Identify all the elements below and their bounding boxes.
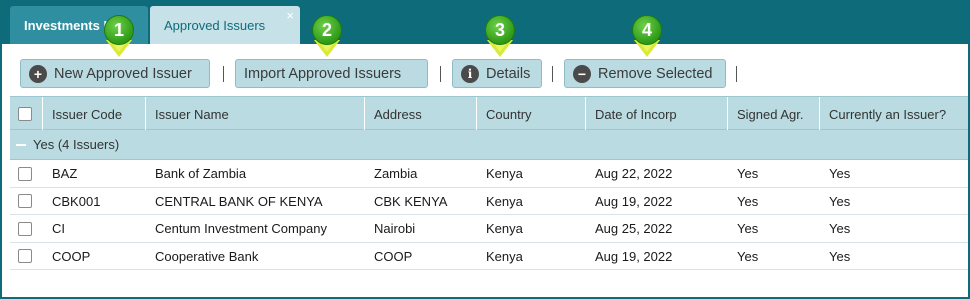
tab-bar: Investments I Approved Issuers ×	[0, 0, 970, 44]
row-checkbox-cell[interactable]	[10, 215, 43, 242]
tab-label: Investments I	[24, 17, 108, 33]
column-header-issuer-code[interactable]: Issuer Code	[43, 97, 146, 131]
cell-issuer-name: Cooperative Bank	[155, 248, 259, 264]
row-checkbox[interactable]	[18, 166, 32, 181]
select-all-checkbox[interactable]	[18, 107, 32, 121]
cell-date-of-incorp: Aug 25, 2022	[595, 221, 673, 236]
cell-country: Kenya	[486, 248, 523, 264]
table-row[interactable]: COOP Cooperative Bank COOP Kenya Aug 19,…	[10, 242, 968, 270]
cell-signed-agr: Yes	[737, 221, 759, 236]
column-header-issuer-name[interactable]: Issuer Name	[146, 97, 365, 131]
import-approved-issuers-button[interactable]: Import Approved Issuers	[235, 59, 428, 88]
tab-approved-issuers[interactable]: Approved Issuers ×	[150, 6, 300, 44]
cell-date-of-incorp: Aug 19, 2022	[595, 248, 673, 264]
toolbar-separator	[440, 66, 441, 82]
cell-date-of-incorp: Aug 22, 2022	[595, 166, 673, 181]
row-checkbox[interactable]	[18, 249, 32, 263]
tab-label: Approved Issuers	[164, 17, 266, 33]
table-row[interactable]: BAZ Bank of Zambia Zambia Kenya Aug 22, …	[10, 160, 968, 188]
cell-address: Zambia	[374, 166, 418, 181]
cell-currently-an-issuer: Yes	[829, 221, 851, 236]
cell-issuer-name: Bank of Zambia	[155, 166, 247, 181]
cell-date-of-incorp: Aug 19, 2022	[595, 193, 673, 209]
table-row[interactable]: CI Centum Investment Company Nairobi Ken…	[10, 215, 968, 243]
cell-signed-agr: Yes	[737, 166, 759, 181]
button-label: New Approved Issuer	[54, 65, 192, 82]
cell-address: Nairobi	[374, 221, 416, 236]
remove-selected-button[interactable]: − Remove Selected	[564, 59, 726, 88]
cell-address: COOP	[374, 248, 413, 264]
group-row: Yes (4 Issuers)	[10, 130, 968, 160]
cell-address: CBK KENYA	[374, 193, 448, 209]
cell-issuer-code: BAZ	[52, 166, 78, 181]
grid-header: Issuer Code Issuer Name Address Country …	[10, 96, 968, 131]
new-approved-issuer-button[interactable]: + New Approved Issuer	[20, 59, 210, 88]
cell-currently-an-issuer: Yes	[829, 166, 851, 181]
details-button[interactable]: i Details	[452, 59, 542, 88]
cell-signed-agr: Yes	[737, 248, 759, 264]
button-label: Import Approved Issuers	[244, 65, 402, 82]
callout-3: 3	[485, 15, 515, 45]
cell-signed-agr: Yes	[737, 193, 759, 209]
plus-circle-icon: +	[29, 64, 47, 83]
callout-4: 4	[632, 15, 662, 45]
column-header-currently-an-issuer[interactable]: Currently an Issuer?	[820, 97, 968, 131]
column-header-country[interactable]: Country	[477, 97, 586, 131]
toolbar-separator	[223, 66, 224, 82]
cell-issuer-code: CBK001	[52, 193, 101, 209]
collapse-icon[interactable]	[15, 139, 27, 151]
row-checkbox-cell[interactable]	[10, 243, 43, 270]
toolbar-separator	[736, 66, 737, 82]
cell-country: Kenya	[486, 193, 523, 209]
row-checkbox-cell[interactable]	[10, 188, 43, 215]
button-label: Details	[486, 65, 531, 82]
table-row[interactable]: CBK001 CENTRAL BANK OF KENYA CBK KENYA K…	[10, 187, 968, 215]
cell-currently-an-issuer: Yes	[829, 248, 851, 264]
toolbar-separator	[552, 66, 553, 82]
minus-circle-icon: −	[573, 64, 591, 83]
info-icon: i	[461, 64, 479, 83]
cell-issuer-code: COOP	[52, 248, 91, 264]
row-checkbox[interactable]	[18, 221, 32, 236]
column-header-date-of-incorp[interactable]: Date of Incorp	[586, 97, 728, 131]
row-checkbox[interactable]	[18, 194, 32, 208]
cell-issuer-name: CENTRAL BANK OF KENYA	[155, 193, 323, 209]
cell-issuer-name: Centum Investment Company	[155, 221, 327, 236]
button-label: Remove Selected	[598, 65, 713, 82]
column-header-address[interactable]: Address	[365, 97, 477, 131]
group-label: Yes (4 Issuers)	[33, 137, 120, 152]
close-icon[interactable]: ×	[286, 8, 294, 23]
cell-country: Kenya	[486, 166, 523, 181]
cell-currently-an-issuer: Yes	[829, 193, 851, 209]
select-all-checkbox-cell[interactable]	[10, 97, 43, 131]
row-checkbox-cell[interactable]	[10, 160, 43, 187]
column-header-signed-agr[interactable]: Signed Agr.	[728, 97, 820, 131]
callout-1: 1	[104, 15, 134, 45]
cell-issuer-code: CI	[52, 221, 65, 236]
cell-country: Kenya	[486, 221, 523, 236]
callout-2: 2	[312, 15, 342, 45]
